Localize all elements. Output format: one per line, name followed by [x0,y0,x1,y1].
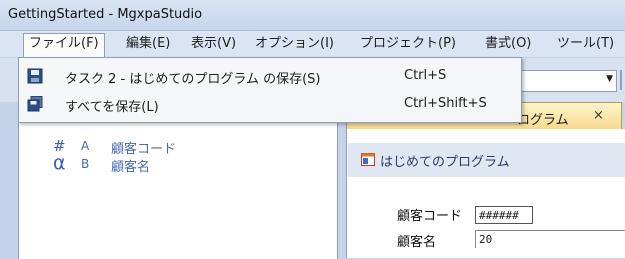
menu-tools[interactable]: ツール(T) [552,34,619,54]
chevron-down-icon[interactable]: ▼ [606,74,613,84]
alpha-type-icon: α [53,152,66,174]
field-label: 顧客名 [397,235,437,250]
list-item[interactable]: α B 顧客名 [19,152,337,175]
menu-edit[interactable]: 編集(E) [121,34,175,54]
menu-item-save-all[interactable]: すべてを保存(L) Ctrl+Shift+S [20,90,520,118]
customer-code-field[interactable]: ###### [475,206,533,224]
window-title: GettingStarted - MgxpaStudio [8,7,203,22]
close-icon[interactable]: × [593,108,604,123]
toolbar-combo[interactable]: ▼ [516,70,617,92]
title-bar: GettingStarted - MgxpaStudio [0,0,625,31]
variable-letter: A [81,139,90,153]
file-menu-dropdown: タスク 2 - はじめてのプログラム の保存(S) Ctrl+S すべてを保存(… [18,57,522,123]
editor-tab-label: ログラム [517,113,569,128]
field-label: 顧客コード [397,209,463,224]
variable-name: 顧客名 [111,160,151,175]
variable-letter: B [81,157,90,171]
menu-item-shortcut: Ctrl+S [404,68,447,83]
menu-options[interactable]: オプション(I) [250,34,339,54]
save-icon [27,68,43,84]
form-icon [361,153,375,166]
menu-project[interactable]: プロジェクト(P) [355,34,461,54]
save-all-icon [27,96,43,112]
menu-item-shortcut: Ctrl+Shift+S [404,96,487,111]
variable-list: # A 顧客コード α B 顧客名 [18,120,338,259]
form-title: はじめてのプログラム [380,155,510,170]
menu-format[interactable]: 書式(O) [480,34,536,54]
menu-item-label: タスク 2 - はじめてのプログラム の保存(S) [65,72,321,87]
menu-item-save[interactable]: タスク 2 - はじめてのプログラム の保存(S) Ctrl+S [20,62,520,90]
customer-name-field[interactable]: 20 [475,230,625,248]
menu-item-label: すべてを保存(L) [65,100,159,115]
menu-view[interactable]: 表示(V) [186,34,241,54]
list-item[interactable]: # A 顧客コード [19,137,337,157]
menu-bar: ファイル(F) 編集(E) 表示(V) オプション(I) プロジェクト(P) 書… [0,31,625,58]
menu-file[interactable]: ファイル(F) [23,33,105,58]
toolbar-separator [620,70,622,90]
